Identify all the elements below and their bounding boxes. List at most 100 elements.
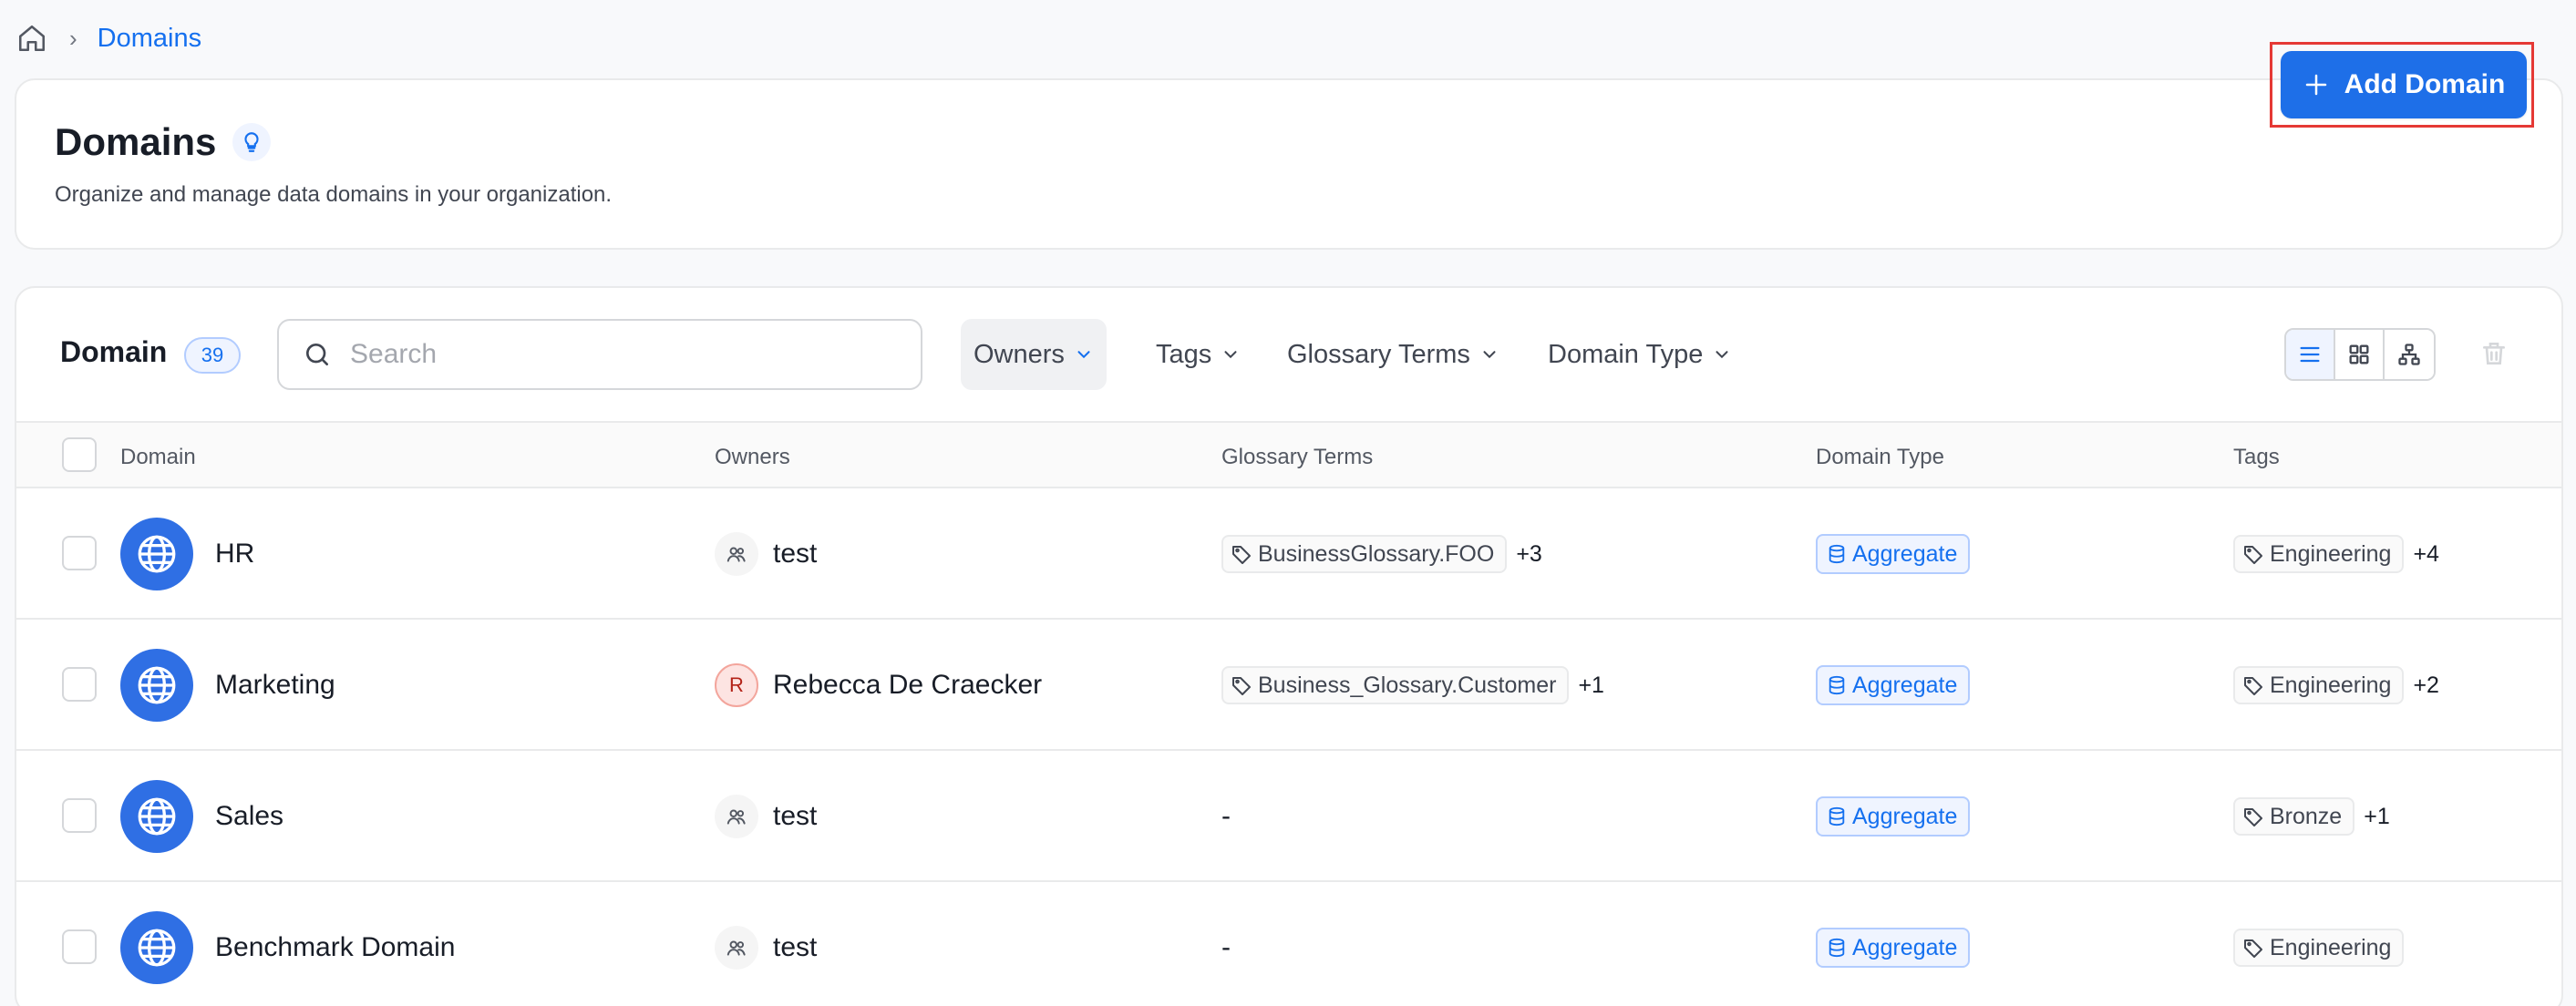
- table-row[interactable]: Sales test - Aggregate Bronze +1: [16, 751, 2561, 882]
- tags-more-count[interactable]: +2: [2413, 672, 2439, 699]
- glossary-cell: -: [1221, 882, 1231, 1006]
- domain-type-cell: Aggregate: [1816, 488, 1971, 620]
- filter-glossary-label: Glossary Terms: [1287, 339, 1470, 369]
- lightbulb-icon[interactable]: [232, 123, 272, 161]
- tag-chip[interactable]: Engineering: [2233, 929, 2405, 967]
- glossary-term-label: Business_Glossary.Customer: [1258, 672, 1557, 698]
- page-header: Domains Organize and manage data domains…: [15, 78, 2563, 250]
- table-row[interactable]: Benchmark Domain test - Aggregate Engine…: [16, 882, 2561, 1006]
- grid-view-button[interactable]: [2335, 330, 2385, 379]
- tree-view-button[interactable]: [2385, 330, 2434, 379]
- tag-chip[interactable]: Engineering: [2233, 535, 2405, 573]
- add-domain-button[interactable]: Add Domain: [2281, 51, 2527, 118]
- glossary-more-count[interactable]: +3: [1516, 541, 1542, 568]
- filter-domain-type[interactable]: Domain Type: [1535, 319, 1745, 390]
- filter-owners-label: Owners: [974, 339, 1065, 369]
- database-icon: [1829, 806, 1845, 826]
- owner-name[interactable]: test: [773, 539, 817, 570]
- row-checkbox[interactable]: [62, 536, 97, 570]
- globe-icon: [120, 780, 193, 853]
- breadcrumb-domains[interactable]: Domains: [98, 24, 201, 54]
- domain-name-link[interactable]: Sales: [215, 801, 283, 832]
- owner-name[interactable]: Rebecca De Craecker: [773, 670, 1042, 701]
- tags-cell: Engineering: [2233, 882, 2413, 1006]
- domain-type-label: Aggregate: [1852, 540, 1958, 567]
- filter-owners[interactable]: Owners: [961, 319, 1107, 390]
- owner-cell: test: [715, 882, 817, 1006]
- select-all-checkbox[interactable]: [62, 437, 97, 472]
- list-icon: [2300, 346, 2320, 363]
- row-checkbox[interactable]: [62, 929, 97, 964]
- tag-chip[interactable]: Bronze: [2233, 797, 2355, 836]
- column-header-tags[interactable]: Tags: [2233, 445, 2280, 470]
- domain-type-label: Aggregate: [1852, 672, 1958, 698]
- domain-type-label: Aggregate: [1852, 803, 1958, 829]
- glossary-more-count[interactable]: +1: [1578, 672, 1604, 699]
- glossary-cell: -: [1221, 751, 1231, 882]
- glossary-cell: Business_Glossary.Customer +1: [1221, 620, 1604, 751]
- column-header-domain[interactable]: Domain: [120, 445, 196, 470]
- glossary-term-chip[interactable]: BusinessGlossary.FOO: [1221, 535, 1508, 573]
- table-row[interactable]: Marketing R Rebecca De Craecker Business…: [16, 620, 2561, 751]
- glossary-term-label: BusinessGlossary.FOO: [1258, 540, 1495, 567]
- column-header-owners[interactable]: Owners: [715, 445, 790, 470]
- chevron-down-icon: [1224, 351, 1237, 359]
- owner-cell: test: [715, 751, 817, 882]
- trash-icon[interactable]: [2479, 339, 2510, 370]
- filter-domain-type-label: Domain Type: [1548, 339, 1704, 369]
- tag-icon: [1232, 546, 1251, 564]
- table-header: Domain Owners Glossary Terms Domain Type…: [16, 421, 2561, 488]
- domain-name-link[interactable]: Marketing: [215, 670, 335, 701]
- domain-cell: Benchmark Domain: [120, 882, 455, 1006]
- team-avatar: [715, 926, 758, 970]
- domain-list-card: Domain 39 Owners Tags Glossary Terms Dom…: [15, 286, 2563, 1006]
- domain-type-badge: Aggregate: [1816, 665, 1971, 705]
- tags-cell: Bronze +1: [2233, 751, 2390, 882]
- column-header-glossary-terms[interactable]: Glossary Terms: [1221, 445, 1373, 470]
- count-badge: 39: [184, 337, 241, 374]
- domain-type-cell: Aggregate: [1816, 620, 1971, 751]
- tags-more-count[interactable]: +4: [2413, 541, 2439, 568]
- search-input[interactable]: [350, 339, 897, 370]
- domain-cell: Marketing: [120, 620, 335, 751]
- filter-glossary-terms[interactable]: Glossary Terms: [1274, 319, 1512, 390]
- owner-name[interactable]: test: [773, 932, 817, 963]
- table-row[interactable]: HR test BusinessGlossary.FOO +3 Aggregate…: [16, 488, 2561, 620]
- domain-type-label: Aggregate: [1852, 934, 1958, 960]
- search-box[interactable]: [277, 319, 922, 390]
- team-avatar: [715, 532, 758, 576]
- column-header-domain-type[interactable]: Domain Type: [1816, 445, 1944, 470]
- domain-name-link[interactable]: Benchmark Domain: [215, 932, 455, 963]
- row-checkbox[interactable]: [62, 667, 97, 702]
- owner-cell: test: [715, 488, 817, 620]
- glossary-cell: BusinessGlossary.FOO +3: [1221, 488, 1542, 620]
- tag-label: Bronze: [2270, 803, 2343, 829]
- page-subtitle: Organize and manage data domains in your…: [55, 182, 613, 207]
- hierarchy-icon: [2398, 344, 2420, 365]
- team-icon: [726, 547, 746, 562]
- row-checkbox[interactable]: [62, 798, 97, 833]
- view-toggle: [2284, 328, 2436, 381]
- glossary-term-chip[interactable]: Business_Glossary.Customer: [1221, 666, 1570, 704]
- home-icon[interactable]: [16, 22, 49, 55]
- tags-more-count[interactable]: +1: [2364, 804, 2390, 830]
- team-icon: [726, 940, 746, 956]
- breadcrumb: › Domains: [16, 18, 201, 58]
- tag-icon: [2244, 677, 2262, 695]
- tag-icon: [1232, 677, 1251, 695]
- domain-name-link[interactable]: HR: [215, 539, 254, 570]
- page-title: Domains: [55, 120, 217, 163]
- chevron-down-icon: [1483, 351, 1496, 359]
- globe-icon: [120, 518, 193, 590]
- filter-tags[interactable]: Tags: [1143, 319, 1253, 390]
- empty-value: -: [1221, 801, 1231, 831]
- list-view-button[interactable]: [2286, 330, 2335, 379]
- domain-type-badge: Aggregate: [1816, 928, 1971, 968]
- owner-name[interactable]: test: [773, 801, 817, 832]
- tags-cell: Engineering +2: [2233, 620, 2439, 751]
- tag-icon: [2244, 546, 2262, 564]
- tag-chip[interactable]: Engineering: [2233, 666, 2405, 704]
- team-avatar: [715, 795, 758, 838]
- domain-cell: HR: [120, 488, 254, 620]
- team-icon: [726, 809, 746, 825]
